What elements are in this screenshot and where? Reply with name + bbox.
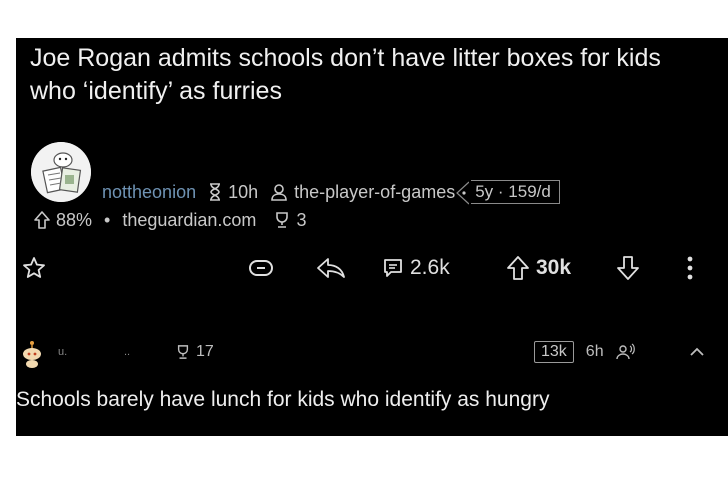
people-icon	[615, 343, 636, 361]
save-button[interactable]	[22, 253, 46, 283]
post-age: 10h	[228, 181, 259, 202]
more-options-button[interactable]	[686, 253, 694, 283]
top-comment-header: u. .. 17 13k 6h	[16, 333, 728, 373]
more-icon	[686, 255, 694, 281]
post-panel: Joe Rogan admits schools don’t have litt…	[16, 38, 728, 436]
post-awards-count: 3	[296, 209, 307, 230]
author-link[interactable]: the-player-of-games	[294, 182, 455, 203]
link-icon	[248, 258, 274, 278]
flair-tip	[455, 181, 470, 205]
comment-icon	[382, 257, 404, 279]
snoo-avatar-icon[interactable]	[20, 339, 44, 369]
post-action-bar: 2.6k 30k	[16, 243, 728, 293]
upvote-icon	[506, 255, 530, 281]
post-stats-line: 88% • theguardian.com 3	[34, 208, 306, 232]
share-icon	[316, 256, 346, 280]
comment-age: 6h	[585, 343, 604, 360]
comment-author-blurred-tail: ..	[124, 346, 131, 358]
post-title[interactable]: Joe Rogan admits schools don’t have litt…	[30, 42, 710, 108]
comment-awards-count: 17	[196, 343, 214, 360]
collapse-icon	[690, 347, 704, 357]
downvote-icon	[616, 255, 640, 281]
comment-author-blurred[interactable]: u.	[58, 346, 67, 358]
copy-link-button[interactable]	[248, 253, 274, 283]
upvote-button[interactable]: 30k	[506, 253, 571, 283]
award-icon	[274, 211, 290, 229]
hourglass-icon	[208, 183, 222, 201]
downvote-button[interactable]	[616, 253, 640, 283]
subreddit-link[interactable]: nottheonion	[102, 182, 196, 203]
collapse-button[interactable]	[690, 339, 704, 365]
post-score: 30k	[536, 256, 572, 279]
author-flair: 5y · 159/d	[471, 180, 560, 204]
comments-count: 2.6k	[410, 256, 450, 279]
meta-separator: •	[104, 209, 111, 230]
upvote-icon	[34, 211, 50, 229]
award-icon	[176, 344, 190, 360]
share-button[interactable]	[316, 253, 346, 283]
star-icon	[22, 256, 46, 280]
post-meta-line: nottheonion 10h the-player-of-games 5y ·…	[102, 180, 560, 205]
comment-body: Schools barely have lunch for kids who i…	[16, 388, 550, 411]
user-icon	[270, 183, 288, 201]
comments-button[interactable]: 2.6k	[382, 253, 450, 283]
upvote-ratio: 88%	[56, 209, 93, 230]
subreddit-avatar[interactable]	[31, 142, 91, 202]
post-domain[interactable]: theguardian.com	[122, 210, 256, 231]
comment-score-badge: 13k	[534, 341, 574, 363]
